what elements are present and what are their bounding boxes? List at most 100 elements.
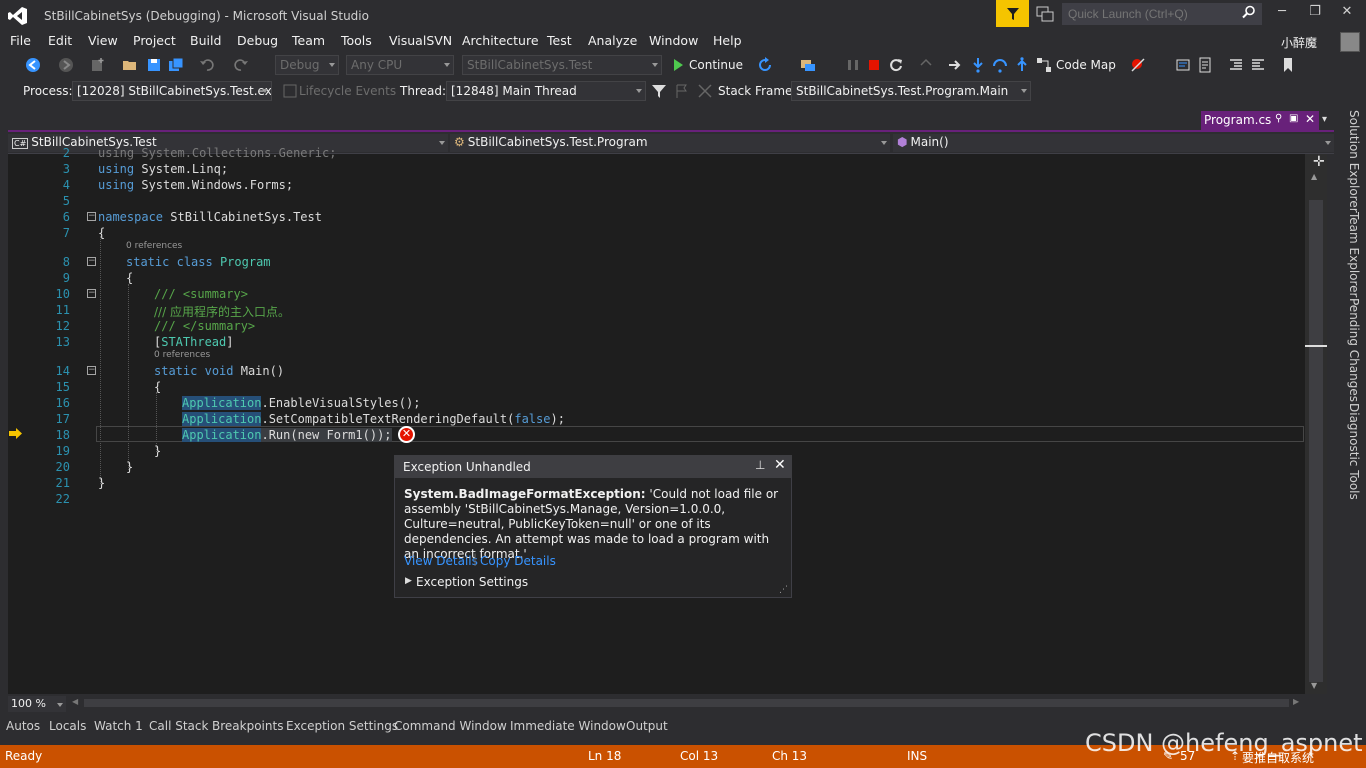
tab-watch-1[interactable]: Watch 1 xyxy=(94,719,143,733)
new-project-icon[interactable] xyxy=(90,57,106,73)
funnel-icon[interactable] xyxy=(651,83,667,99)
toggle-parallel-stacks-icon[interactable] xyxy=(697,83,713,99)
thread-dropdown[interactable]: [12848] Main Thread xyxy=(446,81,646,101)
copy-details-link[interactable]: Copy Details xyxy=(480,554,556,568)
avatar[interactable] xyxy=(1340,32,1360,52)
close-window-button[interactable]: ✕ xyxy=(1337,4,1357,22)
comment-block-icon[interactable] xyxy=(1197,57,1213,73)
preview-tab-icon[interactable]: ▣ xyxy=(1289,113,1298,124)
navigate-forward-icon[interactable] xyxy=(58,57,74,73)
step-out-icon[interactable] xyxy=(1014,57,1030,73)
save-all-icon[interactable] xyxy=(168,57,184,73)
tab-solution-explorer[interactable]: Solution Explorer xyxy=(1337,110,1361,213)
tab-output[interactable]: Output xyxy=(626,719,668,733)
menu-tools[interactable]: Tools xyxy=(341,33,372,48)
collapse-method-toggle[interactable]: − xyxy=(87,366,96,375)
show-next-statement-icon[interactable] xyxy=(947,57,963,73)
account-name[interactable]: 小醉魔 xyxy=(1281,34,1317,51)
collapse-namespace-toggle[interactable]: − xyxy=(87,212,96,221)
tab-exception-settings[interactable]: Exception Settings xyxy=(286,719,398,733)
process-dropdown[interactable]: [12028] StBillCabinetSys.Test.exe xyxy=(72,81,272,101)
redo-icon[interactable] xyxy=(233,57,249,73)
feedback-filter-button[interactable] xyxy=(996,0,1029,27)
menu-window[interactable]: Window xyxy=(649,33,698,48)
break-all-icon[interactable] xyxy=(845,57,861,73)
restart-icon[interactable] xyxy=(888,57,904,73)
close-tab-icon[interactable]: ✕ xyxy=(1305,112,1315,126)
codelens-references[interactable]: 0 references xyxy=(154,350,210,360)
solution-configuration-dropdown[interactable]: Debug xyxy=(275,55,339,75)
continue-play-icon[interactable] xyxy=(670,57,686,73)
step-over-icon[interactable] xyxy=(992,57,1008,73)
tab-team-explorer[interactable]: Team Explorer xyxy=(1337,212,1361,298)
stack-frame-dropdown[interactable]: StBillCabinetSys.Test.Program.Main xyxy=(791,81,1031,101)
code-map-button[interactable]: Code Map xyxy=(1056,58,1116,72)
process-icon[interactable] xyxy=(800,57,816,73)
solution-platform-dropdown[interactable]: Any CPU xyxy=(346,55,454,75)
open-file-icon[interactable] xyxy=(122,57,138,73)
undo-icon[interactable] xyxy=(199,57,215,73)
menu-architecture[interactable]: Architecture xyxy=(462,33,539,48)
scroll-left-icon[interactable]: ◀ xyxy=(72,697,78,706)
bookmark-icon[interactable] xyxy=(1280,57,1296,73)
vertical-scrollbar-thumb[interactable] xyxy=(1309,200,1323,682)
exception-settings-expander[interactable]: Exception Settings xyxy=(416,575,528,589)
pin-tab-icon[interactable]: ⚲ xyxy=(1275,113,1282,124)
menu-build[interactable]: Build xyxy=(190,33,221,48)
outdent-icon[interactable] xyxy=(1250,57,1266,73)
tab-autos[interactable]: Autos xyxy=(6,719,40,733)
breakpoint-toggle-icon[interactable] xyxy=(1130,57,1146,73)
tab-overflow-chevron-icon[interactable]: ▾ xyxy=(1322,114,1327,125)
tab-breakpoints[interactable]: Breakpoints xyxy=(212,719,283,733)
apply-code-changes-icon[interactable] xyxy=(918,57,934,73)
zoom-dropdown[interactable]: 100 % xyxy=(8,696,66,712)
pin-popup-icon[interactable]: ⊥ xyxy=(755,458,765,472)
split-view-icon[interactable]: ✛ xyxy=(1313,154,1325,170)
tab-diagnostic-tools[interactable]: Diagnostic Tools xyxy=(1337,403,1361,500)
menu-view[interactable]: View xyxy=(88,33,118,48)
menu-team[interactable]: Team xyxy=(292,33,325,48)
menu-file[interactable]: File xyxy=(10,33,31,48)
tab-program-cs[interactable]: Program.cs ⚲ ▣ ✕ xyxy=(1201,111,1319,130)
startup-project-dropdown[interactable]: StBillCabinetSys.Test xyxy=(462,55,662,75)
flag-thread-icon[interactable] xyxy=(674,83,690,99)
lifecycle-events-dropdown[interactable]: Lifecycle Events xyxy=(299,84,396,98)
view-details-link[interactable]: View Details xyxy=(404,554,478,568)
error-icon[interactable]: ✕ xyxy=(398,426,415,443)
tab-locals[interactable]: Locals xyxy=(49,719,86,733)
scroll-right-icon[interactable]: ▶ xyxy=(1293,697,1299,706)
notifications-icon[interactable] xyxy=(1036,6,1054,22)
indent-icon[interactable] xyxy=(1228,57,1244,73)
continue-button[interactable]: Continue xyxy=(689,58,743,72)
type-navigation-dropdown[interactable]: ⚙ StBillCabinetSys.Test.Program xyxy=(450,134,890,152)
scroll-up-icon[interactable]: ▲ xyxy=(1311,172,1317,181)
resize-grip-icon[interactable]: ⋰ xyxy=(779,585,788,595)
menu-debug[interactable]: Debug xyxy=(237,33,278,48)
tab-immediate-window[interactable]: Immediate Window xyxy=(510,719,626,733)
menu-help[interactable]: Help xyxy=(713,33,742,48)
quick-launch-input[interactable] xyxy=(1062,3,1262,25)
lifecycle-events-icon[interactable] xyxy=(282,83,298,99)
stop-debugging-icon[interactable] xyxy=(866,57,882,73)
tab-pending-changes[interactable]: Pending Changes xyxy=(1337,298,1361,402)
expand-arrow-icon[interactable]: ▶ xyxy=(405,576,412,586)
step-into-icon[interactable] xyxy=(970,57,986,73)
menu-test[interactable]: Test xyxy=(547,33,572,48)
scroll-down-icon[interactable]: ▼ xyxy=(1311,681,1317,690)
tab-call-stack[interactable]: Call Stack xyxy=(149,719,208,733)
restore-button[interactable]: ❐ xyxy=(1305,4,1325,22)
save-icon[interactable] xyxy=(146,57,162,73)
member-navigation-dropdown[interactable]: ⬢ Main() xyxy=(893,134,1334,152)
menu-edit[interactable]: Edit xyxy=(48,33,72,48)
minimize-button[interactable]: ─ xyxy=(1272,4,1292,22)
navigate-back-icon[interactable] xyxy=(25,57,41,73)
collapse-comment-toggle[interactable]: − xyxy=(87,289,96,298)
codelens-references[interactable]: 0 references xyxy=(126,241,182,251)
collapse-class-toggle[interactable]: − xyxy=(87,257,96,266)
close-popup-icon[interactable]: ✕ xyxy=(774,457,786,473)
refresh-icon[interactable] xyxy=(757,57,773,73)
indicator-margin[interactable] xyxy=(8,154,26,694)
search-icon[interactable] xyxy=(1242,5,1256,19)
horizontal-scrollbar-thumb[interactable] xyxy=(84,699,1289,707)
outline-icon[interactable] xyxy=(1175,57,1191,73)
